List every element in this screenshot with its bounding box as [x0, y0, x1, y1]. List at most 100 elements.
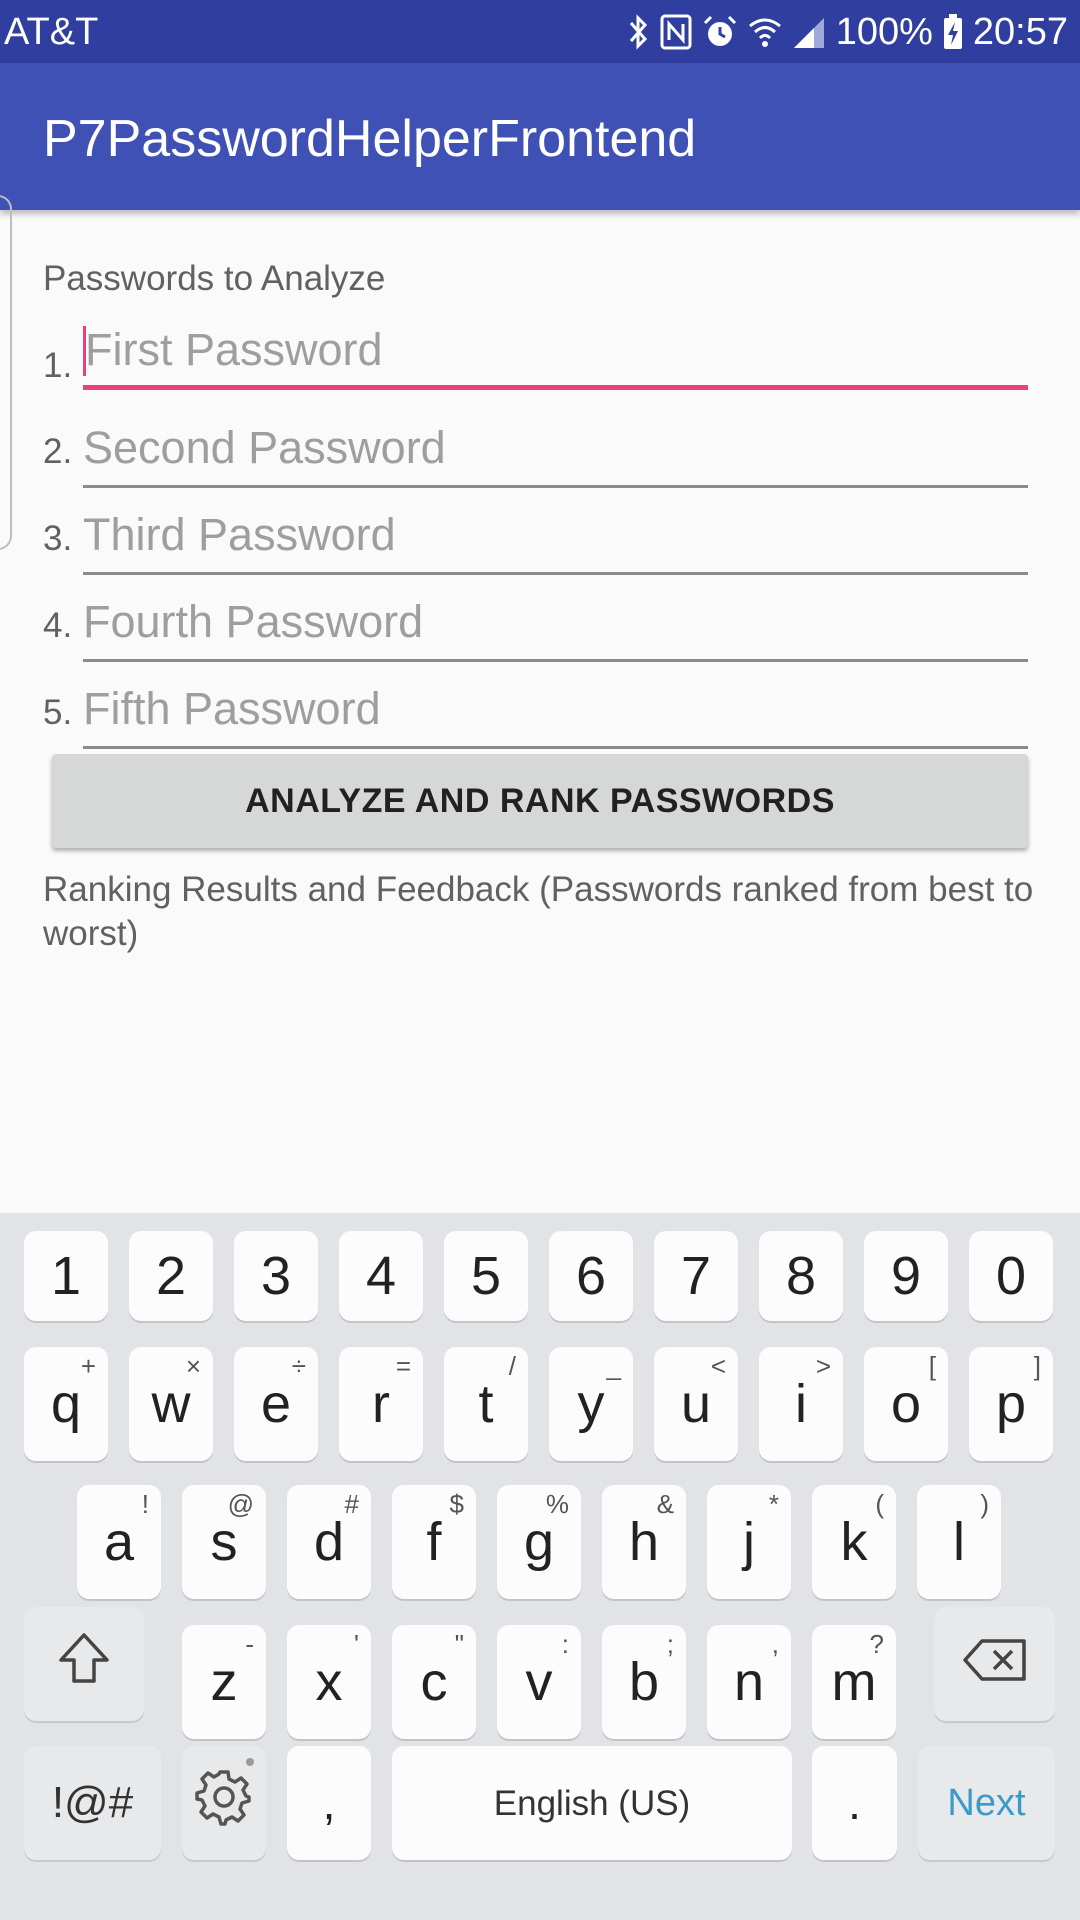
period-key[interactable]: .: [812, 1746, 897, 1860]
shift-key[interactable]: [24, 1607, 144, 1721]
key-secondary-label: ?: [869, 1629, 884, 1659]
placeholder: First Password: [85, 324, 383, 375]
key-secondary-label: ;: [666, 1629, 674, 1659]
app-bar: P7PasswordHelperFrontend: [0, 63, 1080, 210]
key-q[interactable]: + q: [24, 1347, 108, 1461]
key-secondary-label: ": [454, 1629, 464, 1659]
key-i[interactable]: > i: [759, 1347, 843, 1461]
key-e[interactable]: ÷ e: [234, 1347, 318, 1461]
key-n[interactable]: ,n: [707, 1625, 791, 1739]
key-3[interactable]: 3: [234, 1231, 318, 1321]
key-label: p: [995, 1374, 1027, 1434]
key-6[interactable]: 6: [549, 1231, 633, 1321]
key-label: c: [420, 1652, 448, 1712]
key-secondary-label: %: [545, 1489, 569, 1519]
key-label: 8: [785, 1246, 817, 1306]
settings-key[interactable]: [182, 1746, 266, 1860]
first-password-input[interactable]: First Password: [83, 320, 1028, 390]
field-number-1: 1.: [43, 346, 73, 385]
key-secondary-label: ÷: [291, 1351, 306, 1381]
key-l[interactable]: ) l: [917, 1485, 1001, 1599]
key-secondary-label: ×: [185, 1351, 201, 1381]
key-9[interactable]: 9: [864, 1231, 948, 1321]
key-p[interactable]: ] p: [969, 1347, 1053, 1461]
third-password-input[interactable]: Third Password: [83, 505, 1028, 575]
key-b[interactable]: ; b: [602, 1625, 686, 1739]
key-label: 4: [365, 1246, 397, 1306]
key-g[interactable]: % g: [497, 1485, 581, 1599]
key-a[interactable]: ! a: [77, 1485, 161, 1599]
next-key[interactable]: Next: [918, 1746, 1055, 1860]
fifth-password-input[interactable]: Fifth Password: [83, 679, 1028, 749]
key-z[interactable]: -z: [182, 1625, 266, 1739]
key-label: g: [523, 1512, 555, 1572]
backspace-key[interactable]: [934, 1607, 1055, 1721]
input-underline: [83, 659, 1028, 662]
key-secondary-label: #: [344, 1489, 359, 1519]
key-f[interactable]: $ f: [392, 1485, 476, 1599]
key-y[interactable]: _ y: [549, 1347, 633, 1461]
key-8[interactable]: 8: [759, 1231, 843, 1321]
placeholder: Second Password: [83, 422, 446, 473]
key-o[interactable]: [o: [864, 1347, 948, 1461]
battery-percent: 100%: [835, 10, 933, 53]
second-password-input[interactable]: Second Password: [83, 418, 1028, 488]
key-label: k: [840, 1512, 868, 1572]
key-1[interactable]: 1: [24, 1231, 108, 1321]
key-secondary-label: -: [245, 1629, 254, 1659]
key-4[interactable]: 4: [339, 1231, 423, 1321]
key-secondary-label: =: [395, 1351, 411, 1381]
key-v[interactable]: :v: [497, 1625, 581, 1739]
comma-key[interactable]: ,: [287, 1746, 371, 1860]
key-label: b: [628, 1652, 660, 1712]
key-5[interactable]: 5: [444, 1231, 528, 1321]
text-cursor: [83, 326, 86, 376]
key-label: 3: [260, 1246, 292, 1306]
input-underline: [83, 746, 1028, 749]
analyze-button[interactable]: ANALYZE AND RANK PASSWORDS: [52, 754, 1028, 848]
next-key-label: Next: [947, 1782, 1026, 1824]
field-number-2: 2.: [43, 432, 73, 471]
key-d[interactable]: # d: [287, 1485, 371, 1599]
key-secondary-label: <: [710, 1351, 726, 1381]
key-k[interactable]: (k: [812, 1485, 896, 1599]
key-0[interactable]: 0: [969, 1231, 1053, 1321]
key-label: v: [525, 1652, 553, 1712]
fourth-password-input[interactable]: Fourth Password: [83, 592, 1028, 662]
symbols-key[interactable]: !@#: [24, 1746, 161, 1860]
key-7[interactable]: 7: [654, 1231, 738, 1321]
soft-keyboard: 1 2 3 4 5 6 7 8 9 0 + q × w ÷ e = r / t _ y < u > i[o] p! a @ s # d $ f% g…: [0, 1213, 1080, 1920]
battery-charging-icon: [943, 12, 963, 52]
key-label: d: [313, 1512, 345, 1572]
key-secondary-label: ,: [771, 1629, 779, 1659]
key-label: h: [628, 1512, 660, 1572]
key-m[interactable]: ? m: [812, 1625, 896, 1739]
key-c[interactable]: " c: [392, 1625, 476, 1739]
key-label: i: [795, 1374, 807, 1434]
field-number-4: 4.: [43, 606, 73, 645]
key-h[interactable]: & h: [602, 1485, 686, 1599]
edge-panel-handle[interactable]: [0, 195, 12, 550]
period-key-label: .: [848, 1777, 861, 1829]
key-t[interactable]: / t: [444, 1347, 528, 1461]
key-label: m: [831, 1652, 877, 1712]
carrier-label: AT&T: [4, 11, 99, 53]
key-s[interactable]: @ s: [182, 1485, 266, 1599]
signal-icon: [792, 12, 826, 52]
space-key-label: English (US): [493, 1783, 691, 1823]
key-label: 5: [470, 1246, 502, 1306]
key-2[interactable]: 2: [129, 1231, 213, 1321]
key-x[interactable]: ' x: [287, 1625, 371, 1739]
key-secondary-label: >: [815, 1351, 831, 1381]
key-label: 1: [50, 1246, 82, 1306]
key-label: f: [426, 1512, 442, 1572]
key-r[interactable]: = r: [339, 1347, 423, 1461]
space-key[interactable]: English (US): [392, 1746, 792, 1860]
key-secondary-label: /: [508, 1351, 516, 1381]
key-w[interactable]: × w: [129, 1347, 213, 1461]
gear-icon: [193, 1766, 255, 1841]
key-j[interactable]: * j: [707, 1485, 791, 1599]
key-u[interactable]: < u: [654, 1347, 738, 1461]
key-label: t: [478, 1374, 494, 1434]
key-secondary-label: :: [561, 1629, 569, 1659]
